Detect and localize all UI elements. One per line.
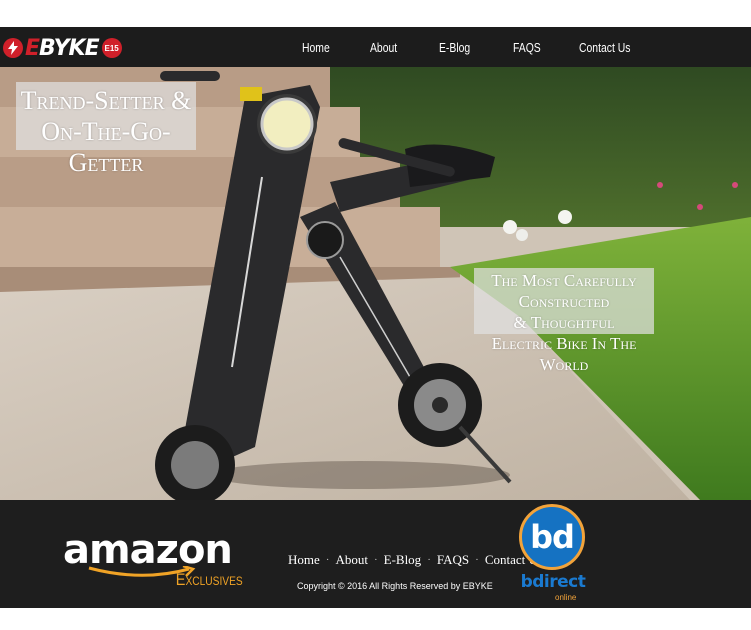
bdirect-badge-icon: bd [519,504,585,570]
hero-callout: The Most Carefully Constructed & Thought… [474,268,654,374]
logo-model-badge: E15 [101,38,122,58]
footer-nav: Home · About · E-Blog · FAQS · Contact U… [288,551,543,569]
bdirect-name: bdirect [520,572,586,592]
hero-tagline: Trend-Setter & On-The-Go-Getter [16,82,196,177]
nav-about-link[interactable]: About [370,40,397,55]
nav-faqs-link[interactable]: FAQS [513,40,541,55]
amazon-exclusives-label: Exclusives [176,570,243,589]
footer-about-link[interactable]: About [335,552,368,568]
bdirect-online-tag: online [555,593,577,602]
footer-nav-separator: · [373,554,378,566]
bdirect-badge-mark: bd [530,518,575,556]
footer-eblog-link[interactable]: E-Blog [384,552,422,568]
nav-eblog-link[interactable]: E-Blog [439,40,470,55]
hero-callout-line1: The Most Carefully Constructed [491,271,637,311]
hero-tagline-line1: Trend-Setter & [20,86,192,115]
lightning-bolt-icon [3,38,23,58]
footer-home-link[interactable]: Home [288,552,320,568]
amazon-exclusives-logo[interactable]: amazon Exclusives [63,530,243,592]
hero-callout-line3: Electric Bike In The World [491,334,637,374]
hero-banner: Trend-Setter & On-The-Go-Getter The Most… [0,67,751,500]
ebyke-logo[interactable]: EBYKE E15 [3,35,122,61]
footer-nav-separator: · [427,554,431,566]
amazon-wordmark: amazon [63,527,233,573]
top-navigation-bar: EBYKE E15 Home About E-Blog FAQS Contact… [0,27,751,67]
nav-contact-link[interactable]: Contact Us [579,40,630,55]
nav-home-link[interactable]: Home [302,40,330,55]
footer-nav-separator: · [325,554,330,566]
copyright-text: Copyright © 2016 All Rights Reserved by … [297,581,493,591]
logo-wordmark: EBYKE [25,35,100,61]
site-footer: amazon Exclusives Home · About · E-Blog … [0,500,751,608]
hero-tagline-line2: On-The-Go-Getter [41,117,171,177]
bdirect-logo[interactable]: bd bdirect online [517,504,589,604]
footer-nav-separator: · [475,554,479,566]
footer-faqs-link[interactable]: FAQS [437,552,469,568]
hero-callout-line2: & Thoughtful [513,313,615,332]
